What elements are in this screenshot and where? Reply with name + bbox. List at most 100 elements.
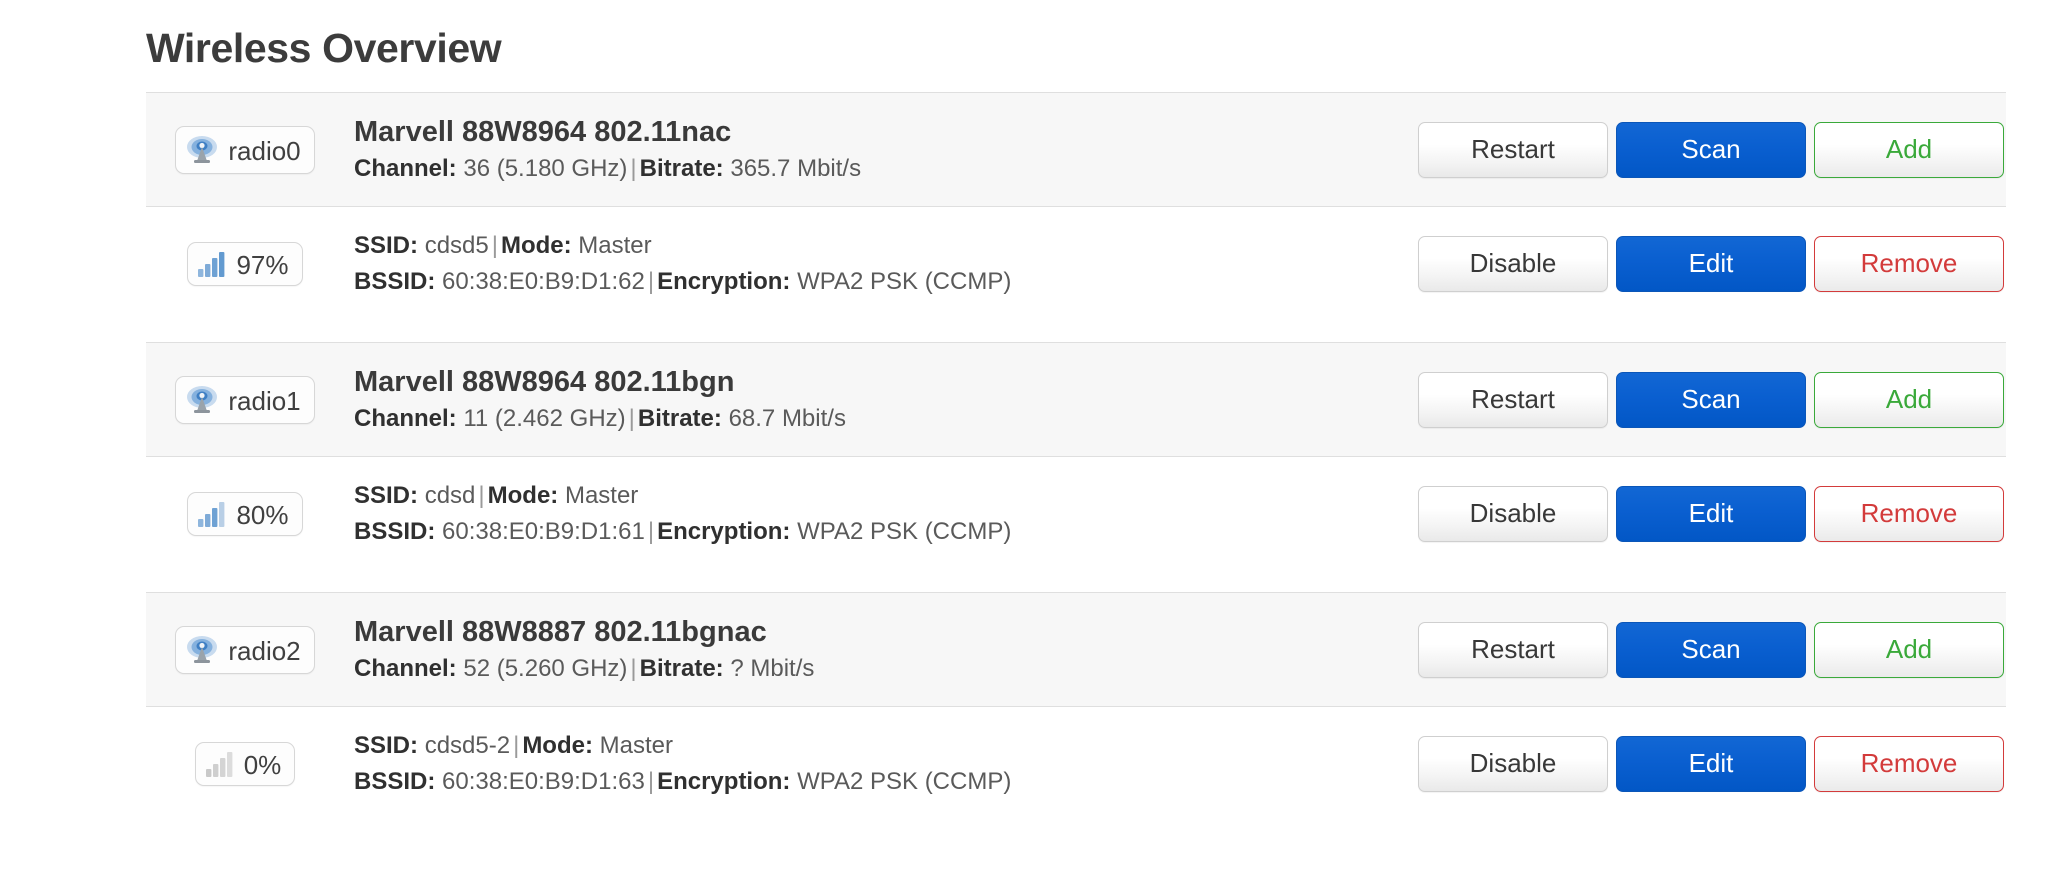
device-actions-cell: Restart Scan Add [1406, 621, 2006, 678]
edit-button[interactable]: Edit [1616, 485, 1806, 542]
radio-badge[interactable]: radio2 [175, 625, 315, 674]
iface-bssid-line: BSSID: 60:38:E0:B9:D1:61 | Encryption: WPA… [354, 515, 1406, 548]
encryption-label: Encryption: [657, 768, 791, 795]
bssid-separator: | [647, 518, 655, 545]
iface-actions-cell: Disable Edit Remove [1406, 485, 2006, 542]
bssid-separator: | [647, 268, 655, 295]
antenna-icon [185, 384, 219, 416]
antenna-icon [185, 634, 219, 666]
ssid-label: SSID: [354, 231, 419, 259]
bitrate-value: 68.7 Mbit/s [728, 405, 846, 432]
bitrate-value: 365.7 Mbit/s [730, 155, 862, 182]
disable-button[interactable]: Disable [1418, 235, 1608, 292]
device-badge-cell: radio1 [146, 375, 338, 424]
signal-badge[interactable]: 97% [187, 241, 303, 286]
iface-badge-cell: 97% [146, 241, 338, 286]
radio-badge[interactable]: radio0 [175, 125, 315, 174]
bssid-label: BSSID: [354, 768, 436, 795]
ssid-separator: | [513, 731, 520, 759]
scan-button[interactable]: Scan [1616, 371, 1806, 428]
iface-info-cell: SSID: cdsd | Mode: Master BSSID: 60:38:E0:… [338, 479, 1406, 548]
remove-button[interactable]: Remove [1814, 235, 2004, 292]
radio-badge-label: radio1 [228, 385, 301, 416]
bssid-value: 60:38:E0:B9:D1:62 [442, 268, 645, 295]
radio-badge[interactable]: radio1 [175, 375, 315, 424]
iface-badge-cell: 0% [146, 741, 338, 786]
detail-separator: | [630, 655, 637, 682]
radio-device-row: radio1 Marvell 88W8964 802.11bgn Channel… [146, 342, 2006, 457]
wireless-overview-page: Wireless Overview radio0 Marvell 88W8964… [0, 0, 2072, 880]
restart-button[interactable]: Restart [1418, 121, 1608, 178]
bssid-value: 60:38:E0:B9:D1:61 [442, 518, 645, 545]
remove-button[interactable]: Remove [1814, 485, 2004, 542]
scan-button[interactable]: Scan [1616, 621, 1806, 678]
edit-button[interactable]: Edit [1616, 735, 1806, 792]
wifi-iface-row: 0% SSID: cdsd5-2 | Mode: Master BSSID: 60:… [146, 707, 2006, 820]
signal-badge[interactable]: 80% [187, 491, 303, 536]
channel-value: 36 (5.180 GHz) [463, 155, 628, 182]
signal-badge-label: 97% [236, 249, 289, 280]
iface-ssid-line: SSID: cdsd5-2 | Mode: Master [354, 729, 1406, 762]
iface-ssid-line: SSID: cdsd | Mode: Master [354, 479, 1406, 512]
wireless-overview-table: radio0 Marvell 88W8964 802.11nac Channel… [146, 92, 2006, 820]
device-detail-line: Channel: 36 (5.180 GHz) | Bitrate: 365.7 M… [354, 152, 1406, 185]
iface-info-cell: SSID: cdsd5 | Mode: Master BSSID: 60:38:E0… [338, 229, 1406, 298]
mode-value: Master [578, 231, 652, 259]
channel-value: 52 (5.260 GHz) [463, 655, 628, 682]
radio-device-row: radio2 Marvell 88W8887 802.11bgnac Chann… [146, 592, 2006, 707]
device-actions-cell: Restart Scan Add [1406, 121, 2006, 178]
channel-label: Channel: [354, 405, 457, 432]
device-info-cell: Marvell 88W8964 802.11bgn Channel: 11 (2… [338, 364, 1406, 435]
device-badge-cell: radio2 [146, 625, 338, 674]
section-gap [146, 320, 2006, 342]
add-button[interactable]: Add [1814, 121, 2004, 178]
signal-badge[interactable]: 0% [194, 741, 296, 786]
device-title: Marvell 88W8964 802.11nac [354, 115, 732, 148]
mode-label: Mode: [500, 231, 572, 259]
ssid-separator: | [478, 481, 485, 509]
restart-button[interactable]: Restart [1418, 371, 1608, 428]
device-info-cell: Marvell 88W8887 802.11bgnac Channel: 52 … [338, 614, 1406, 685]
restart-button[interactable]: Restart [1418, 621, 1608, 678]
iface-actions-cell: Disable Edit Remove [1406, 235, 2006, 292]
signal-bars-icon [197, 250, 227, 278]
device-badge-cell: radio0 [146, 125, 338, 174]
add-button[interactable]: Add [1814, 621, 2004, 678]
remove-button[interactable]: Remove [1814, 735, 2004, 792]
ssid-value: cdsd5-2 [424, 731, 511, 759]
encryption-label: Encryption: [657, 268, 791, 295]
device-title: Marvell 88W8964 802.11bgn [354, 365, 735, 398]
antenna-icon [185, 134, 219, 166]
bitrate-label: Bitrate: [639, 155, 724, 182]
ssid-label: SSID: [354, 731, 419, 759]
detail-separator: | [628, 405, 635, 432]
mode-value: Master [599, 731, 673, 759]
signal-badge-label: 0% [243, 749, 282, 780]
iface-info-cell: SSID: cdsd5-2 | Mode: Master BSSID: 60:38:… [338, 729, 1406, 798]
detail-separator: | [630, 155, 637, 182]
encryption-value: WPA2 PSK (CCMP) [797, 768, 1012, 795]
radio-badge-label: radio0 [228, 135, 301, 166]
radio-device-row: radio0 Marvell 88W8964 802.11nac Channel… [146, 92, 2006, 207]
page-title: Wireless Overview [146, 25, 502, 71]
bitrate-label: Bitrate: [639, 655, 724, 682]
bitrate-value: ? Mbit/s [730, 655, 815, 682]
ssid-label: SSID: [354, 481, 419, 509]
device-title: Marvell 88W8887 802.11bgnac [354, 615, 767, 648]
scan-button[interactable]: Scan [1616, 121, 1806, 178]
signal-badge-label: 80% [236, 499, 289, 530]
add-button[interactable]: Add [1814, 371, 2004, 428]
wifi-iface-row: 80% SSID: cdsd | Mode: Master BSSID: 60:38… [146, 457, 2006, 570]
bssid-value: 60:38:E0:B9:D1:63 [442, 768, 645, 795]
bssid-label: BSSID: [354, 518, 436, 545]
device-detail-line: Channel: 52 (5.260 GHz) | Bitrate: ? Mbit/… [354, 652, 1406, 685]
disable-button[interactable]: Disable [1418, 735, 1608, 792]
ssid-value: cdsd [424, 481, 476, 509]
edit-button[interactable]: Edit [1616, 235, 1806, 292]
bssid-separator: | [647, 768, 655, 795]
wifi-iface-row: 97% SSID: cdsd5 | Mode: Master BSSID: 60:3… [146, 207, 2006, 320]
iface-bssid-line: BSSID: 60:38:E0:B9:D1:63 | Encryption: WPA… [354, 765, 1406, 798]
disable-button[interactable]: Disable [1418, 485, 1608, 542]
ssid-separator: | [491, 231, 498, 259]
radio-badge-label: radio2 [228, 635, 301, 666]
